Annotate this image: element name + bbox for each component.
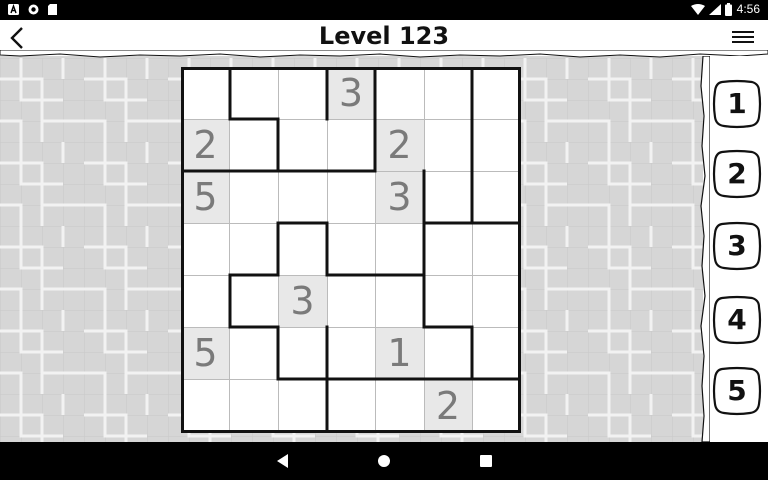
board-cell[interactable] [472, 275, 521, 327]
number-button-label: 4 [727, 303, 747, 336]
board-cell[interactable] [327, 119, 375, 171]
board-cell[interactable] [327, 275, 375, 327]
board-cell[interactable]: 5 [181, 327, 230, 379]
board-cell[interactable] [327, 379, 375, 433]
board-cell[interactable] [230, 327, 278, 379]
battery-icon [725, 3, 732, 16]
number-button-label: 5 [727, 374, 747, 407]
board-cell[interactable] [472, 67, 521, 119]
board-cell[interactable] [278, 119, 327, 171]
board-cell[interactable] [230, 119, 278, 171]
board-cell[interactable] [278, 171, 327, 223]
wifi-icon [691, 4, 705, 15]
board-cell[interactable] [181, 67, 230, 119]
board-cell[interactable]: 3 [278, 275, 327, 327]
board-cell[interactable] [181, 275, 230, 327]
board-cell[interactable] [278, 223, 327, 275]
board-cell[interactable] [327, 223, 375, 275]
board-cell[interactable] [472, 119, 521, 171]
board-cell[interactable] [278, 379, 327, 433]
board-cell[interactable] [424, 275, 472, 327]
number-button-3[interactable]: 3 [712, 221, 762, 271]
board-cell[interactable] [424, 171, 472, 223]
board-cell[interactable] [424, 119, 472, 171]
board-cell[interactable] [230, 67, 278, 119]
notification-circle-icon [28, 4, 39, 15]
board-cell[interactable] [472, 223, 521, 275]
board-cell[interactable] [375, 275, 424, 327]
board-cell[interactable] [424, 327, 472, 379]
nav-back-icon[interactable] [262, 442, 302, 480]
board-cell[interactable] [375, 223, 424, 275]
page-title: Level 123 [318, 22, 450, 50]
board-cell[interactable]: 2 [181, 119, 230, 171]
number-button-label: 2 [727, 157, 747, 190]
board-cell[interactable] [424, 67, 472, 119]
board-cell[interactable] [230, 171, 278, 223]
sd-card-icon [48, 4, 57, 15]
board-cell[interactable]: 3 [375, 171, 424, 223]
board-cell[interactable] [181, 379, 230, 433]
number-button-5[interactable]: 5 [712, 366, 762, 416]
board-cell[interactable] [472, 379, 521, 433]
nav-recents-icon[interactable] [466, 442, 506, 480]
number-button-4[interactable]: 4 [712, 295, 762, 345]
board-cell[interactable] [472, 171, 521, 223]
nav-home-icon[interactable] [364, 442, 404, 480]
torn-edge-vertical [700, 56, 710, 442]
board-cell[interactable] [278, 67, 327, 119]
board-cell[interactable] [278, 327, 327, 379]
board-cell[interactable] [230, 223, 278, 275]
board-cell[interactable] [181, 223, 230, 275]
menu-icon[interactable] [732, 28, 754, 46]
board-cell[interactable] [327, 327, 375, 379]
status-time: 4:56 [736, 2, 760, 16]
board-cell[interactable] [472, 327, 521, 379]
board-cell[interactable] [327, 171, 375, 223]
number-button-2[interactable]: 2 [712, 149, 762, 199]
board-cell[interactable] [230, 379, 278, 433]
number-button-label: 3 [727, 229, 747, 262]
board-cell[interactable]: 5 [181, 171, 230, 223]
notification-a-icon [8, 4, 19, 15]
board-cell[interactable]: 3 [327, 67, 375, 119]
status-bar: 4:56 [0, 0, 768, 20]
board-cell[interactable] [375, 67, 424, 119]
board-cell[interactable] [375, 379, 424, 433]
number-button-1[interactable]: 1 [712, 79, 762, 129]
board-cell[interactable]: 1 [375, 327, 424, 379]
number-button-label: 1 [727, 87, 747, 120]
navigation-bar [0, 442, 768, 480]
board-cell[interactable] [424, 223, 472, 275]
signal-icon [709, 4, 721, 15]
board-cell[interactable]: 2 [424, 379, 472, 433]
board-cell[interactable]: 2 [375, 119, 424, 171]
board-cell[interactable] [230, 275, 278, 327]
